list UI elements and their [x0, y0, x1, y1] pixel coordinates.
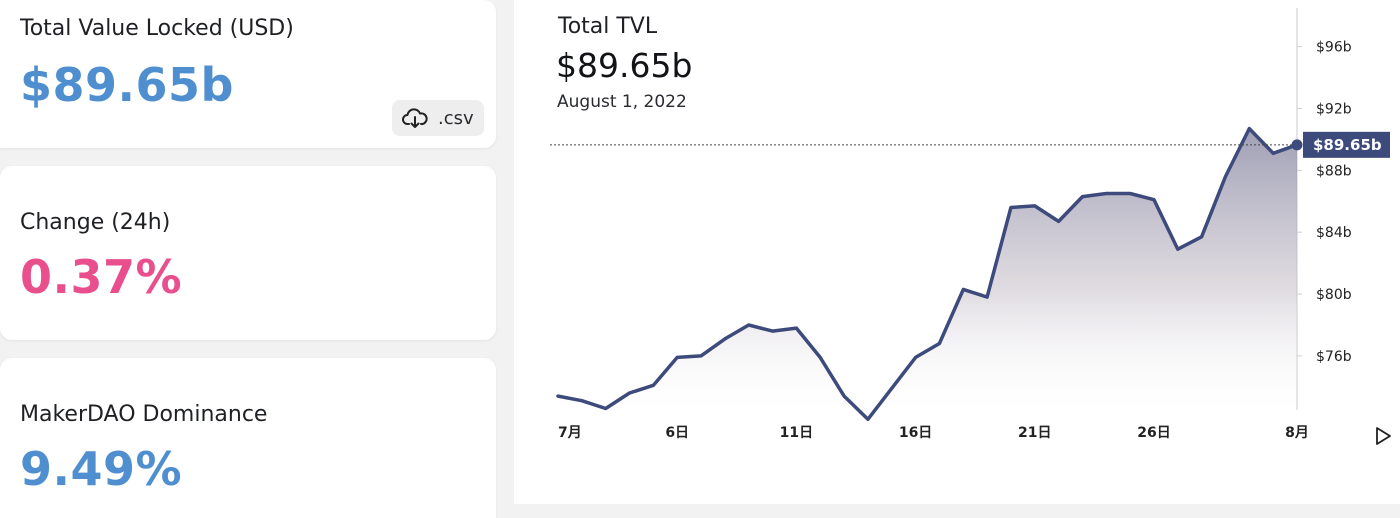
y-tick-label: $84b — [1316, 225, 1352, 241]
x-tick-label: 16日 — [899, 425, 932, 441]
data-point[interactable] — [841, 393, 847, 399]
x-tick-label: 8月 — [1285, 425, 1309, 441]
x-tick-label: 21日 — [1018, 425, 1051, 441]
data-point[interactable] — [1032, 203, 1038, 209]
data-point[interactable] — [746, 322, 752, 328]
data-point[interactable] — [1246, 126, 1252, 132]
data-point[interactable] — [722, 336, 728, 342]
data-point[interactable] — [603, 405, 609, 411]
data-point[interactable] — [1222, 174, 1228, 180]
tvl-area-chart[interactable]: $76b $80b $84b $88b $92b $96b 7月 6日 11日 16日 21日 26… — [0, 0, 1400, 504]
y-tick-label: $96b — [1316, 40, 1352, 56]
data-point[interactable] — [1127, 191, 1133, 197]
data-point[interactable] — [627, 390, 633, 396]
data-point[interactable] — [1079, 194, 1085, 200]
data-point[interactable] — [1056, 218, 1062, 224]
data-point[interactable] — [1270, 150, 1276, 156]
y-tick-label: $88b — [1316, 163, 1352, 179]
hover-point — [1291, 139, 1303, 151]
data-point[interactable] — [674, 354, 680, 360]
data-point[interactable] — [770, 328, 776, 334]
data-point[interactable] — [817, 354, 823, 360]
x-tick-label: 26日 — [1137, 425, 1170, 441]
value-tooltip: $89.65b — [1303, 131, 1390, 158]
data-point[interactable] — [698, 353, 704, 359]
data-point[interactable] — [579, 398, 585, 404]
y-tick-label: $80b — [1316, 287, 1352, 303]
y-tick-label: $76b — [1316, 349, 1352, 365]
data-point[interactable] — [1103, 191, 1109, 197]
x-tick-label: 7月 — [558, 425, 582, 441]
data-point[interactable] — [793, 325, 799, 331]
x-tick-label: 11日 — [780, 425, 813, 441]
tvl-area-fill — [558, 128, 1297, 420]
data-point[interactable] — [936, 341, 942, 347]
y-axis: $76b $80b $84b $88b $92b $96b — [1297, 40, 1352, 365]
data-point[interactable] — [555, 393, 561, 399]
x-tick-label: 6日 — [665, 425, 689, 441]
data-point[interactable] — [1199, 234, 1205, 240]
x-axis: 7月 6日 11日 16日 21日 26日 8月 — [558, 425, 1309, 441]
play-icon[interactable] — [1376, 427, 1391, 445]
data-point[interactable] — [889, 385, 895, 391]
tooltip-label: $89.65b — [1313, 136, 1382, 154]
data-point[interactable] — [1151, 197, 1157, 203]
data-point[interactable] — [1008, 204, 1014, 210]
data-point[interactable] — [913, 354, 919, 360]
data-point[interactable] — [865, 416, 871, 422]
y-tick-label: $92b — [1316, 102, 1352, 118]
data-point[interactable] — [1175, 246, 1181, 252]
data-point[interactable] — [984, 294, 990, 300]
data-point[interactable] — [960, 286, 966, 292]
data-point[interactable] — [650, 382, 656, 388]
